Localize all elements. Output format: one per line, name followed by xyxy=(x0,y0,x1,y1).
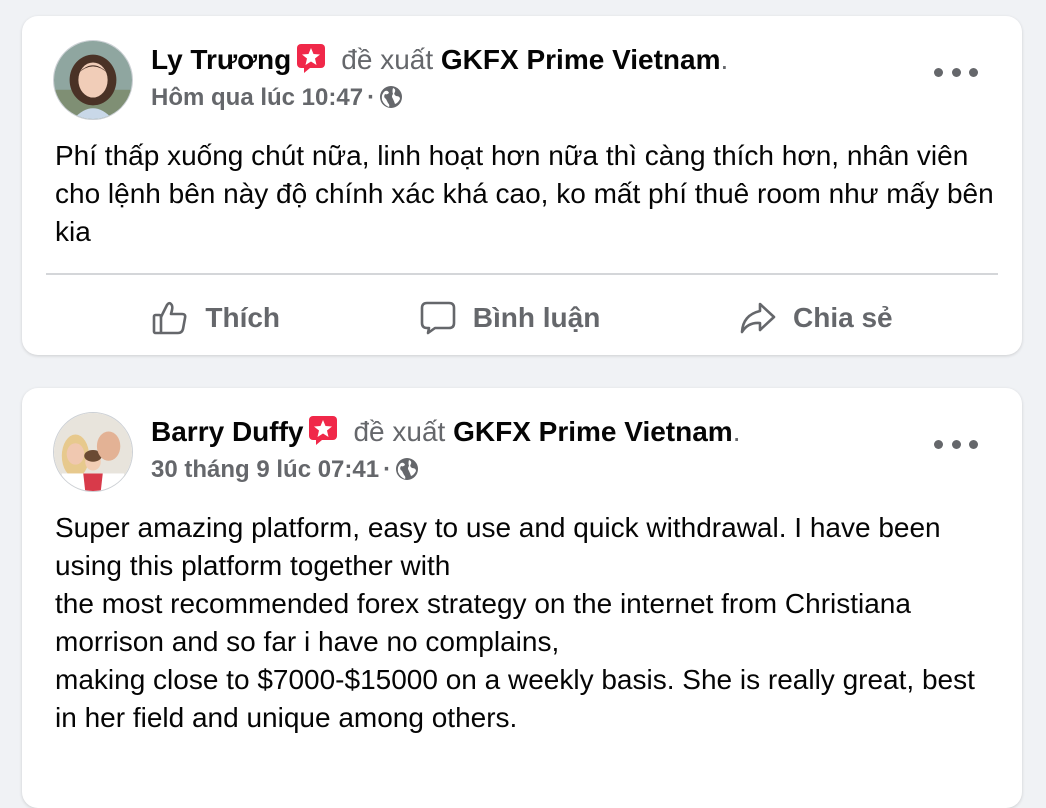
period: . xyxy=(720,44,729,75)
globe-icon xyxy=(395,457,419,481)
post-text: Super amazing platform, easy to use and … xyxy=(55,512,975,733)
author-avatar[interactable] xyxy=(53,40,133,120)
recommend-star-icon xyxy=(307,414,339,446)
author-avatar[interactable] xyxy=(53,412,133,492)
recommend-star-icon xyxy=(295,42,327,74)
separator: · xyxy=(383,456,392,483)
author-name[interactable]: Barry Duffy xyxy=(151,416,303,447)
recommends-label: đề xuất xyxy=(341,44,434,75)
recommends-label: đề xuất xyxy=(353,416,446,447)
page-name[interactable]: GKFX Prime Vietnam xyxy=(441,44,721,75)
more-options-icon[interactable] xyxy=(934,434,978,454)
comment-label: Bình luận xyxy=(472,302,601,333)
like-label: Thích xyxy=(205,302,281,333)
timestamp[interactable]: 30 tháng 9 lúc 07:41 xyxy=(151,456,379,483)
timestamp[interactable]: Hôm qua lúc 10:47 xyxy=(151,84,363,111)
more-options-icon[interactable] xyxy=(934,62,978,82)
separator: · xyxy=(367,84,376,111)
post-card: Barry Duffy đề xuất GKFX Prime Vietnam. 3… xyxy=(22,388,1022,808)
post-header: Barry Duffy đề xuất GKFX Prime Vietnam. xyxy=(151,414,740,450)
share-label: Chia sẻ xyxy=(793,302,893,333)
thumbs-up-icon xyxy=(153,301,187,335)
share-button[interactable]: Chia sẻ xyxy=(739,299,893,337)
post-card: Ly Trương đề xuất GKFX Prime Vietnam. Hôm… xyxy=(22,16,1022,355)
like-button[interactable]: Thích xyxy=(151,299,280,337)
share-arrow-icon xyxy=(740,302,776,334)
post-meta: Hôm qua lúc 10:47 · xyxy=(151,82,403,114)
page-name[interactable]: GKFX Prime Vietnam xyxy=(453,416,733,447)
action-bar: Thích Bình luận Chia sẻ xyxy=(22,288,1022,348)
post-header: Ly Trương đề xuất GKFX Prime Vietnam. xyxy=(151,42,728,78)
comment-button[interactable]: Bình luận xyxy=(419,299,601,337)
divider xyxy=(46,273,998,275)
author-name[interactable]: Ly Trương xyxy=(151,44,291,75)
post-text: Phí thấp xuống chút nữa, linh hoạt hơn n… xyxy=(55,140,994,247)
comment-bubble-icon xyxy=(420,301,456,335)
post-meta: 30 tháng 9 lúc 07:41 · xyxy=(151,454,419,486)
globe-icon xyxy=(379,85,403,109)
period: . xyxy=(732,416,741,447)
